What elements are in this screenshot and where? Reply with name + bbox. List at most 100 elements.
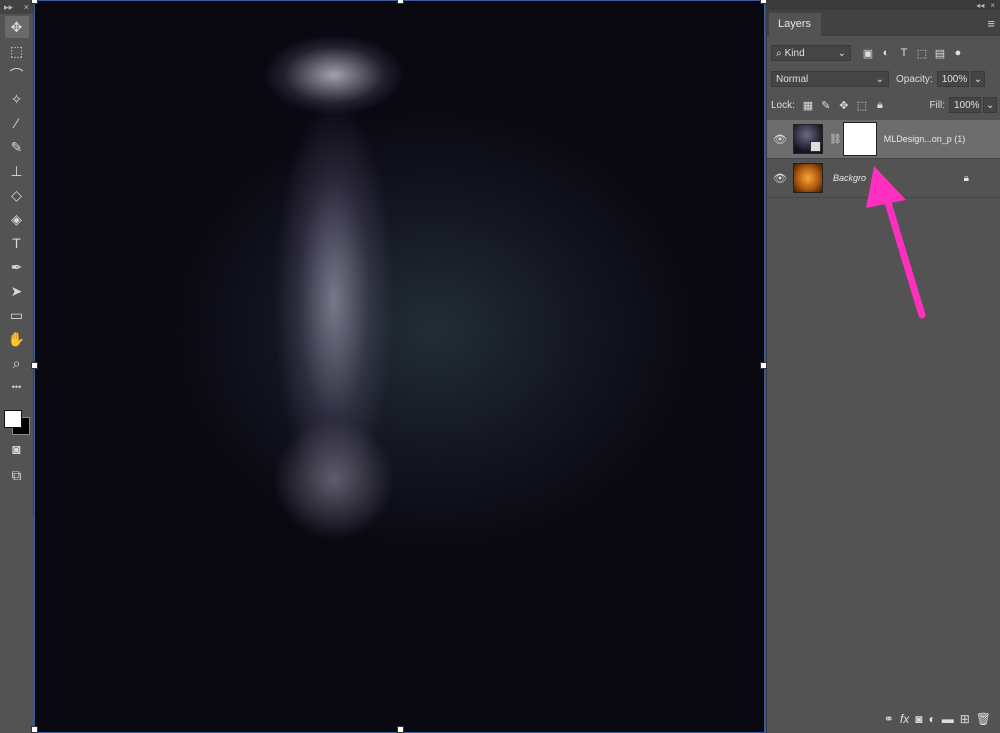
transform-handle[interactable] [397, 0, 404, 4]
brush-icon: ✎ [10, 138, 23, 155]
lock-transparent-icon[interactable]: ▦ [799, 96, 817, 114]
opacity-dropdown[interactable]: ⌄ [970, 71, 985, 87]
screen-mode-icon: ⧉ [11, 466, 22, 483]
arrow-pointer-icon: ➤ [10, 282, 23, 299]
mask-link-icon[interactable]: ⛓︎ [829, 134, 842, 145]
folder-icon[interactable]: ▬ [942, 712, 954, 726]
transform-handle[interactable] [31, 726, 38, 733]
collapse-icon[interactable]: ▸▸ [4, 2, 13, 13]
stamp-tool[interactable]: ⊥ [5, 160, 29, 182]
lock-pixels-icon[interactable]: ✎ [817, 96, 835, 114]
collapse-panel-icon[interactable]: ◂◂ [976, 1, 984, 10]
lasso-tool[interactable]: ⌒ [5, 64, 29, 86]
panel-tabbar: Layers ≡ [767, 10, 1000, 36]
zoom-tool[interactable]: ⌕ [5, 352, 29, 374]
more-tools[interactable]: ••• [5, 376, 29, 398]
smart-object-filter-icon[interactable]: ▤ [931, 44, 949, 62]
path-selection-tool[interactable]: ➤ [5, 280, 29, 302]
paint-bucket-tool[interactable]: ◈ [5, 208, 29, 230]
lock-icon[interactable]: 🔒︎ [964, 173, 969, 184]
zoom-icon: ⌕ [12, 354, 21, 371]
blend-row: Normal ⌄ Opacity: 100% ⌄ [767, 66, 1000, 92]
blend-mode-select[interactable]: Normal ⌄ [771, 71, 889, 87]
marquee-icon: ⬚ [9, 42, 24, 59]
magic-wand-tool[interactable]: ✧ [5, 88, 29, 110]
layer-thumbnail[interactable] [793, 163, 823, 193]
fill-dropdown[interactable]: ⌄ [983, 97, 997, 113]
transform-handle[interactable] [31, 0, 38, 4]
transform-handle[interactable] [397, 726, 404, 733]
type-tool[interactable]: T [5, 232, 29, 254]
move-icon: ✥ [10, 18, 23, 35]
layer-row-mldesign[interactable]: 👁︎ ⛓︎ MLDesign...on_p (1) [767, 120, 1000, 159]
opacity-label: Opacity: [896, 73, 933, 85]
transform-handle[interactable] [31, 362, 38, 369]
add-mask-icon[interactable]: ◙ [915, 712, 922, 726]
blend-mode-value: Normal [776, 73, 809, 85]
eye-icon[interactable]: 👁︎ [767, 133, 793, 146]
rectangle-tool[interactable]: ▭ [5, 304, 29, 326]
link-icon[interactable]: ⚭ [884, 712, 894, 726]
canvas-image[interactable] [34, 0, 765, 733]
quick-mask-button[interactable]: ◙ [5, 438, 29, 460]
type-icon: T [12, 235, 21, 251]
filter-kind-select[interactable]: ⌕ Kind ⌄ [771, 45, 851, 61]
layer-name[interactable]: MLDesign...on_p (1) [884, 134, 966, 144]
pen-icon: ✒ [10, 258, 23, 275]
layer-row-background[interactable]: 👁︎ Backgro 🔒︎ [767, 159, 1000, 198]
eyedropper-icon: ⁄ [15, 115, 18, 131]
filter-row: ⌕ Kind ⌄ ▣ ◐ T ⬚ ▤ ● [767, 40, 1000, 66]
tools-panel: ▸▸ × ✥ ⬚ ⌒ ✧ ⁄ ✎ ⊥ ◇ ◈ T ✒ ➤ ▭ ✋ ⌕ ••• ◙ ⧉ [0, 0, 34, 516]
opacity-input[interactable]: 100% [936, 71, 969, 87]
toolbar-header: ▸▸ × [0, 0, 33, 14]
tab-layers[interactable]: Layers [769, 13, 822, 36]
shape-filter-icon[interactable]: ⬚ [913, 44, 931, 62]
hand-tool[interactable]: ✋ [5, 328, 29, 350]
filter-toggle-icon[interactable]: ● [949, 44, 967, 62]
lock-position-icon[interactable]: ✥ [835, 96, 853, 114]
layer-mask-thumbnail[interactable] [842, 122, 877, 156]
move-tool[interactable]: ✥ [4, 16, 29, 38]
eyedropper-tool[interactable]: ⁄ [5, 112, 29, 134]
adjustment-filter-icon[interactable]: ◐ [877, 44, 895, 62]
document-canvas-area[interactable] [31, 0, 767, 733]
trash-icon[interactable]: 🗑︎ [976, 712, 991, 726]
fill-input[interactable]: 100% [949, 97, 981, 113]
lasso-icon: ⌒ [9, 67, 24, 83]
fill-label: Fill: [929, 99, 945, 111]
eye-icon[interactable]: 👁︎ [767, 172, 793, 185]
layers-list: 👁︎ ⛓︎ MLDesign...on_p (1) 👁︎ Backgro 🔒︎ [767, 120, 1000, 198]
brush-tool[interactable]: ✎ [5, 136, 29, 158]
foreground-color-swatch[interactable] [3, 410, 22, 428]
marquee-tool[interactable]: ⬚ [5, 40, 29, 62]
pen-tool[interactable]: ✒ [5, 256, 29, 278]
chevron-down-icon: ⌄ [837, 47, 846, 59]
layer-thumbnail[interactable] [793, 124, 823, 154]
smart-object-icon [810, 141, 821, 152]
lock-all-icon[interactable]: 🔒︎ [871, 96, 889, 114]
close-panel-icon[interactable]: × [990, 1, 995, 10]
chevron-down-icon: ⌄ [875, 73, 884, 85]
fx-icon[interactable]: fx [900, 712, 909, 726]
image-filter-icon[interactable]: ▣ [859, 44, 877, 62]
eraser-icon: ◇ [11, 186, 22, 203]
layers-panel: ◂◂ × Layers ≡ ⌕ Kind ⌄ ▣ ◐ T ⬚ ▤ ● Norma… [766, 0, 1000, 733]
close-icon[interactable]: × [24, 2, 29, 12]
screen-mode-button[interactable]: ⧉ [5, 464, 29, 486]
new-layer-icon[interactable]: ⊞ [960, 712, 970, 726]
magic-wand-icon: ✧ [10, 90, 23, 107]
lock-label: Lock: [771, 99, 795, 111]
hand-icon: ✋ [7, 330, 26, 347]
lock-row: Lock: ▦ ✎ ✥ ⬚ 🔒︎ Fill: 100% ⌄ [767, 92, 1000, 118]
color-swatches[interactable] [3, 404, 30, 435]
type-filter-icon[interactable]: T [895, 44, 913, 62]
layer-name[interactable]: Backgro [833, 173, 866, 183]
rectangle-icon: ▭ [9, 306, 24, 323]
panel-header: ◂◂ × [767, 0, 1000, 10]
adjustment-icon[interactable]: ◐ [928, 712, 935, 726]
eraser-tool[interactable]: ◇ [5, 184, 29, 206]
lock-artboard-icon[interactable]: ⬚ [853, 96, 871, 114]
panel-menu-icon[interactable]: ≡ [987, 16, 995, 31]
filter-kind-label: Kind [784, 47, 805, 59]
search-icon: ⌕ [776, 47, 782, 59]
